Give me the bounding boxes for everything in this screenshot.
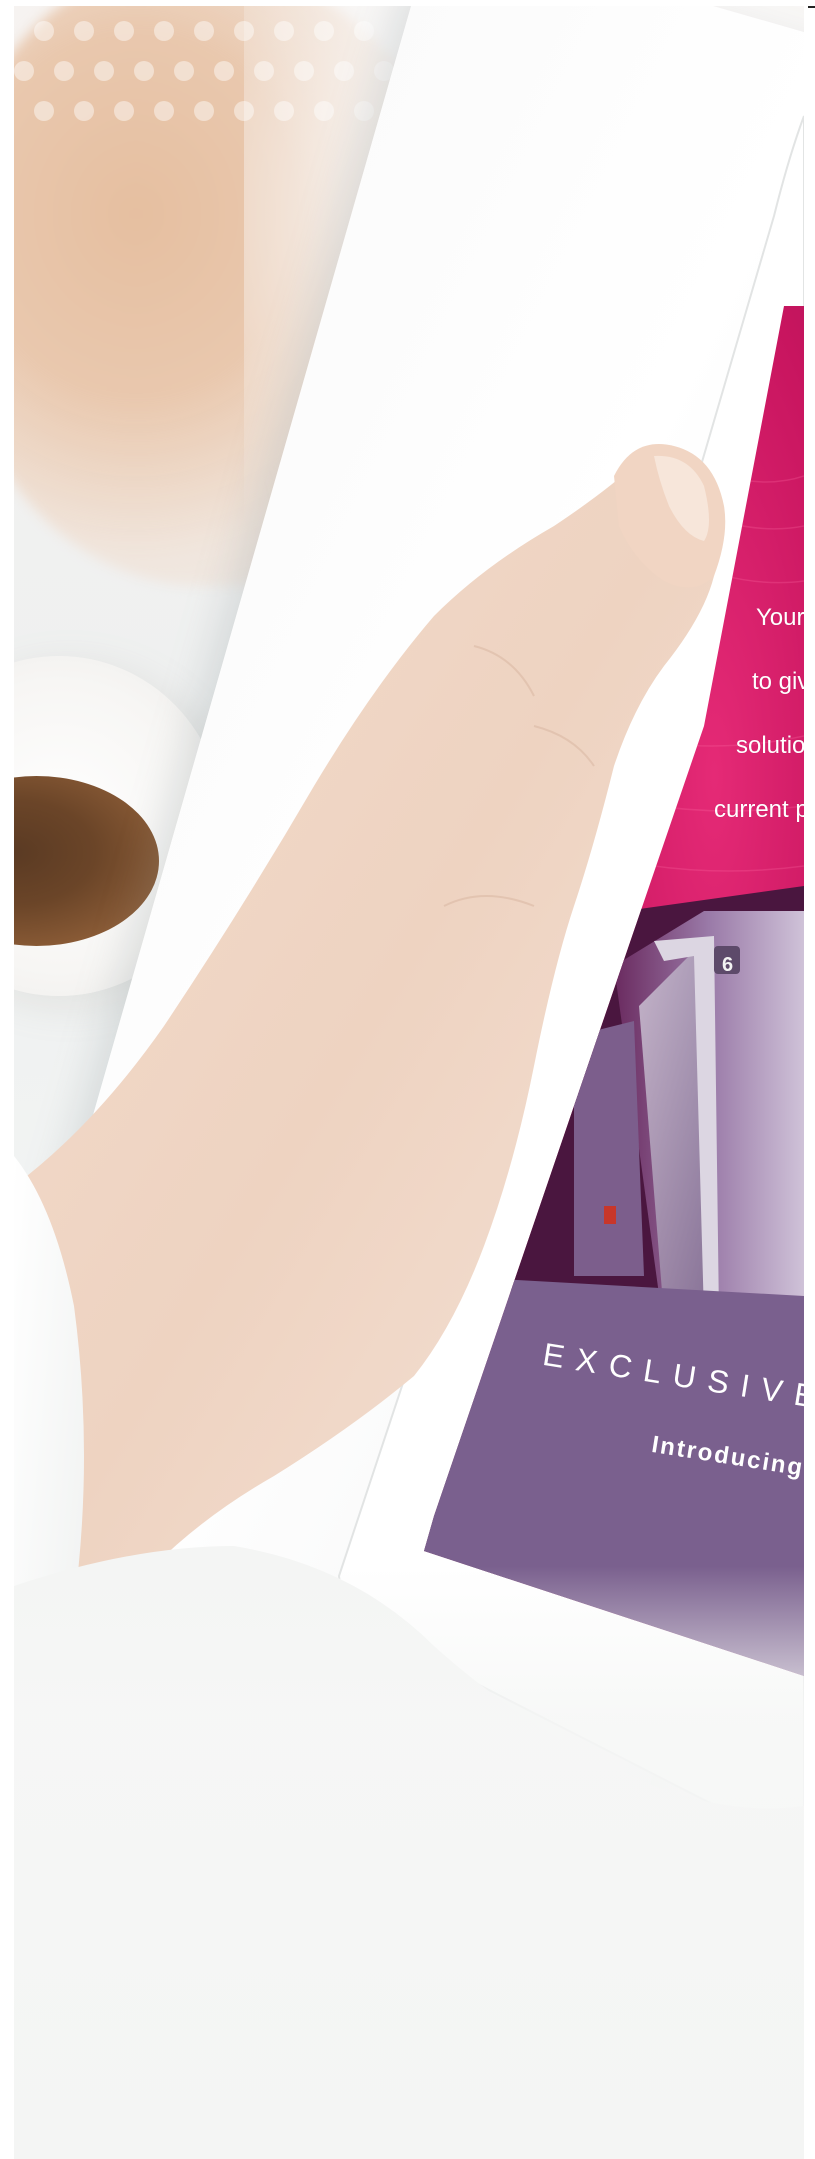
foreground-fade — [14, 1566, 804, 2159]
screen-copy-line-4: current p — [714, 796, 804, 823]
safe-number: 6 — [722, 954, 734, 976]
screen-copy-line-2: to giv — [752, 668, 804, 695]
safe-tag — [604, 1206, 616, 1224]
page-margin — [804, 0, 815, 2159]
crop-mark — [808, 6, 815, 8]
photo-scene: Your to giv solutio current p 6 EXCLUSIV… — [14, 6, 804, 2159]
screen-copy-line-3: solutio — [736, 732, 804, 759]
screen-copy-line-1: Your — [756, 604, 804, 631]
